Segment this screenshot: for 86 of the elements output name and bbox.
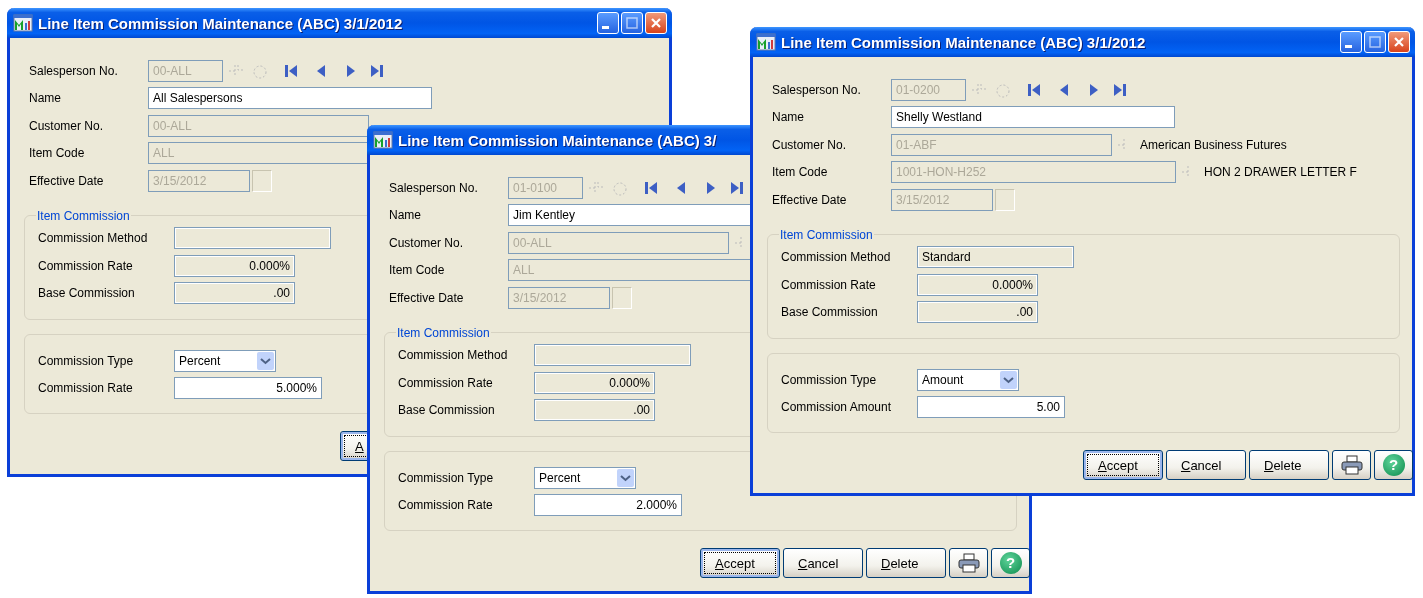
input-field[interactable]: All Salespersons	[148, 87, 432, 110]
close-button[interactable]	[1388, 31, 1410, 53]
field-label: Name	[389, 208, 422, 223]
field-label: Base Commission	[781, 305, 879, 320]
input-field[interactable]: 5.000%	[174, 377, 322, 400]
field-label: Effective Date	[29, 173, 105, 188]
input-field[interactable]: Standard	[917, 246, 1074, 269]
field-label: Name	[772, 110, 805, 125]
input-field[interactable]	[174, 227, 331, 250]
action-button[interactable]: Cancel	[783, 548, 863, 578]
app-icon	[13, 14, 33, 32]
printer-icon	[957, 553, 980, 573]
last-record-icon[interactable]	[1112, 81, 1128, 98]
field-label: Salesperson No.	[389, 180, 479, 195]
close-icon	[650, 17, 662, 29]
app-icon	[373, 131, 393, 149]
field-label: Base Commission	[38, 286, 136, 301]
close-icon	[1393, 36, 1405, 48]
field-label: Base Commission	[398, 403, 496, 418]
action-button[interactable]: Cancel	[1166, 450, 1246, 480]
chevron-down-icon	[257, 351, 274, 370]
maximize-icon	[1369, 36, 1381, 48]
description-text: American Business Futures	[1140, 137, 1287, 152]
maximize-button[interactable]	[1364, 31, 1386, 53]
field-label: Customer No.	[389, 235, 465, 250]
input-field[interactable]: Shelly Westland	[891, 106, 1175, 129]
dropdown-field[interactable]: Percent	[534, 466, 636, 489]
group-title: Item Commission	[36, 208, 131, 223]
field-label: Commission Method	[38, 231, 149, 246]
field-label: Item Code	[29, 146, 86, 161]
last-record-icon[interactable]	[729, 179, 745, 196]
first-record-icon[interactable]	[643, 179, 659, 196]
field-label: Salesperson No.	[29, 63, 119, 78]
field-label: Commission Rate	[38, 258, 134, 273]
group-title: Item Commission	[396, 325, 491, 340]
app-icon	[756, 33, 776, 51]
last-record-icon[interactable]	[369, 62, 385, 79]
action-button[interactable]: Delete	[866, 548, 946, 578]
field-label: Effective Date	[772, 192, 848, 207]
field-label: Customer No.	[772, 137, 848, 152]
action-button[interactable]: Delete	[1249, 450, 1329, 480]
field-label: Salesperson No.	[772, 82, 862, 97]
close-button[interactable]	[645, 12, 667, 34]
input-field[interactable]: 5.00	[917, 396, 1065, 419]
field-label: Name	[29, 91, 62, 106]
maximize-button[interactable]	[621, 12, 643, 34]
input-field[interactable]: 0.000%	[917, 273, 1038, 296]
maximize-icon	[626, 17, 638, 29]
input-field[interactable]: 0.000%	[534, 371, 655, 394]
field-label: Commission Rate	[398, 498, 494, 513]
chevron-down-icon	[1000, 370, 1017, 389]
input-field[interactable]: 2.000%	[534, 494, 682, 517]
print-button[interactable]	[949, 548, 988, 578]
minimize-icon	[1345, 44, 1352, 48]
field-label: Commission Rate	[398, 375, 494, 390]
field-label: Commission Type	[398, 470, 495, 485]
field-label: Commission Amount	[781, 400, 893, 415]
window-title: Line Item Commission Maintenance (ABC) 3/1/2012	[781, 33, 1146, 51]
action-button[interactable]: Accept	[1083, 450, 1163, 480]
input-field[interactable]: .00	[917, 301, 1038, 324]
input-field[interactable]: .00	[174, 282, 295, 305]
input-field[interactable]	[534, 344, 691, 367]
input-field[interactable]: 0.000%	[174, 254, 295, 277]
action-button[interactable]: Accept	[700, 548, 780, 578]
field-label: Commission Type	[781, 372, 878, 387]
dropdown-field[interactable]: Amount	[917, 368, 1019, 391]
group-title: Item Commission	[779, 227, 874, 242]
dropdown-field[interactable]: Percent	[174, 349, 276, 372]
description-text: HON 2 DRAWER LETTER F	[1204, 165, 1357, 180]
printer-icon	[1340, 455, 1363, 475]
window-title: Line Item Commission Maintenance (ABC) 3/1/2012	[38, 14, 403, 32]
first-record-icon[interactable]	[283, 62, 299, 79]
print-button[interactable]	[1332, 450, 1371, 480]
minimize-icon	[602, 25, 609, 29]
field-label: Item Code	[389, 263, 446, 278]
field-label: Item Code	[772, 165, 829, 180]
field-label: Effective Date	[389, 290, 465, 305]
field-label: Customer No.	[29, 118, 105, 133]
field-label: Commission Rate	[38, 381, 134, 396]
chevron-down-icon	[617, 468, 634, 487]
field-label: Commission Method	[398, 348, 509, 363]
minimize-button[interactable]	[1340, 31, 1362, 53]
field-label: Commission Type	[38, 353, 135, 368]
minimize-button[interactable]	[597, 12, 619, 34]
input-field[interactable]: .00	[534, 399, 655, 422]
first-record-icon[interactable]	[1026, 81, 1042, 98]
